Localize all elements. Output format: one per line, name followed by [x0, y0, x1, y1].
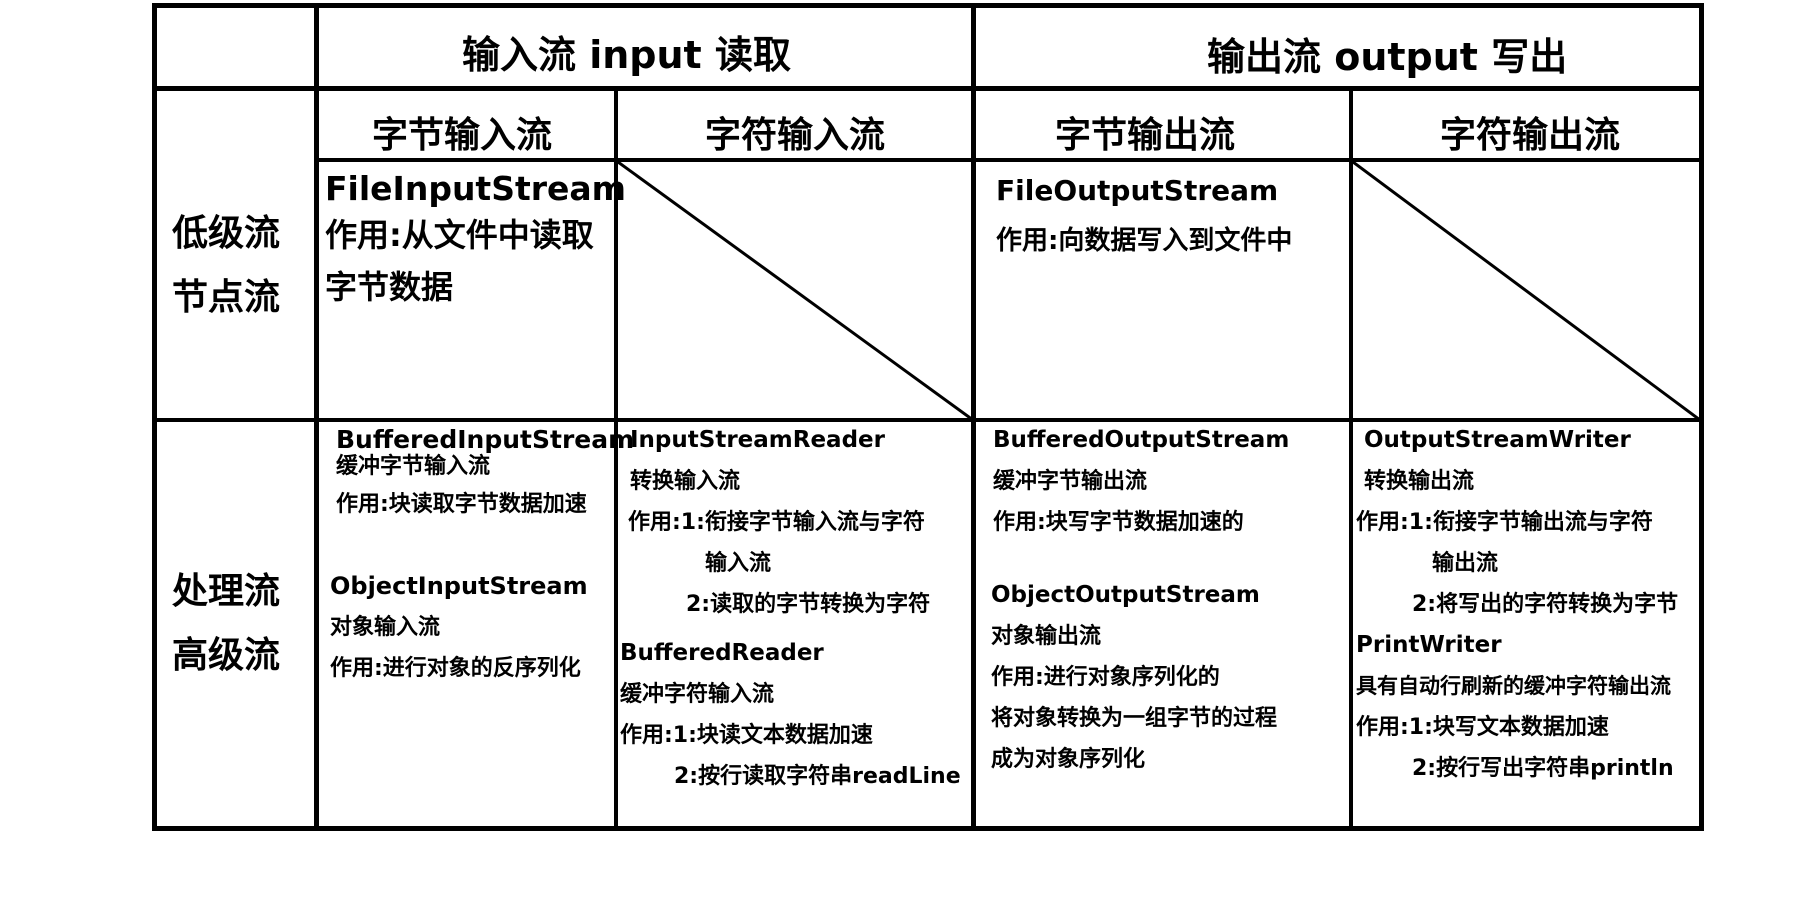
cell-line: FileInputStream	[325, 169, 627, 208]
cell-line: 作用:从文件中读取	[325, 216, 594, 254]
border-top	[152, 3, 1704, 8]
row-label-line: 低级流	[172, 213, 281, 254]
row-label-line: 处理流	[172, 571, 281, 612]
cell-line: 作用:进行对象的反序列化	[330, 656, 581, 681]
cell-high-byte-output: BufferedOutputStream 缓冲字节输出流 作用:块写字节数据加速…	[991, 420, 1289, 780]
char-output-header: 字符输出流	[1440, 115, 1621, 156]
cell-line: 作用:1:衔接字节输出流与字符	[1356, 510, 1653, 535]
cell-line: 对象输出流	[991, 624, 1102, 649]
cell-line: 转换输出流	[1364, 469, 1475, 494]
cell-low-byte-input: FileInputStream 作用:从文件中读取 字节数据	[325, 166, 626, 310]
row-label-line: 高级流	[172, 635, 281, 676]
cell-line: 作用:1:块写文本数据加速	[1356, 715, 1609, 740]
cell-line: 2:读取的字节转换为字符	[686, 592, 931, 617]
cell-line: 具有自动行刷新的缓冲字符输出流	[1356, 674, 1671, 698]
output-stream-header: 输出流 output 写出	[1207, 35, 1568, 79]
byte-output-header: 字节输出流	[1055, 115, 1236, 156]
cell-line: 作用:1:衔接字节输入流与字符	[628, 510, 925, 535]
empty-cell-diagonal-char-output	[1353, 162, 1700, 420]
cell-line: OutputStreamWriter	[1364, 427, 1631, 453]
input-stream-header: 输入流 input 读取	[462, 33, 791, 77]
border-left	[152, 3, 157, 831]
cell-line: FileOutputStream	[996, 174, 1279, 207]
cell-line: 2:按行写出字符串println	[1412, 756, 1674, 781]
cell-line: 作用:1:块读文本数据加速	[620, 723, 873, 748]
cell-line: 转换输入流	[630, 469, 741, 494]
row-label-line: 节点流	[172, 277, 281, 318]
cell-line: 缓冲字符输入流	[620, 682, 775, 707]
cell-line: 将对象转换为一组字节的过程	[991, 706, 1278, 731]
cell-high-byte-input: BufferedInputStream 缓冲字节输入流 作用:块读取字节数据加速…	[330, 426, 634, 689]
row-label-low-level: 低级流 节点流	[172, 202, 280, 330]
divider-h1	[152, 86, 1704, 91]
cell-line: BufferedOutputStream	[993, 427, 1290, 453]
row-label-high-level: 处理流 高级流	[172, 560, 280, 688]
empty-cell-diagonal-char-input	[618, 162, 973, 420]
cell-line: 对象输入流	[330, 615, 441, 640]
cell-line: InputStreamReader	[630, 427, 885, 453]
cell-line: 缓冲字节输入流	[336, 454, 491, 479]
cell-low-byte-output: FileOutputStream 作用:向数据写入到文件中	[996, 170, 1292, 262]
cell-line: 输入流	[705, 551, 772, 576]
cell-line: 成为对象序列化	[991, 747, 1146, 772]
byte-input-header: 字节输入流	[372, 115, 553, 156]
cell-line: 作用:块读取字节数据加速	[336, 492, 587, 517]
divider-v1	[314, 3, 319, 831]
cell-line: BufferedInputStream	[336, 425, 635, 454]
cell-line: 作用:进行对象序列化的	[991, 665, 1220, 690]
cell-line: 作用:向数据写入到文件中	[996, 226, 1293, 256]
cell-line: 2:按行读取字符串readLine	[674, 764, 961, 789]
cell-line: 2:将写出的字符转换为字节	[1412, 592, 1679, 617]
cell-line: 输出流	[1432, 551, 1499, 576]
cell-high-char-input: InputStreamReader 转换输入流 作用:1:衔接字节输入流与字符 …	[620, 420, 961, 797]
cell-line: 缓冲字节输出流	[993, 469, 1148, 494]
cell-high-char-output: OutputStreamWriter 转换输出流 作用:1:衔接字节输出流与字符…	[1356, 420, 1678, 789]
cell-line: 字节数据	[325, 268, 454, 306]
cell-line: BufferedReader	[620, 640, 824, 666]
cell-line: 作用:块写字节数据加速的	[993, 510, 1244, 535]
cell-line: PrintWriter	[1356, 632, 1502, 658]
cell-line: ObjectInputStream	[330, 572, 588, 600]
border-bottom	[152, 826, 1704, 831]
cell-line: ObjectOutputStream	[991, 582, 1260, 608]
char-input-header: 字符输入流	[705, 115, 886, 156]
